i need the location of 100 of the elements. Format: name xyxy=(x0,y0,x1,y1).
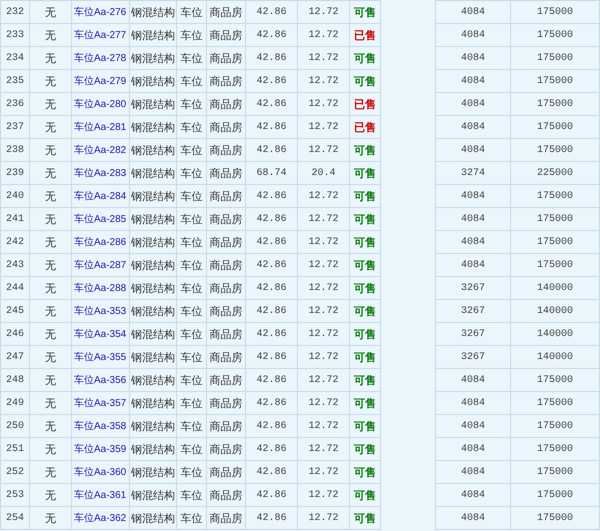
table-cell: 175000 xyxy=(510,24,600,46)
table-cell: 235 xyxy=(0,70,30,92)
table-cell: 12.72 xyxy=(298,438,350,460)
status-cell: 可售 xyxy=(350,276,380,300)
table-cell: 12.72 xyxy=(298,46,350,70)
table-cell: 252 xyxy=(0,460,30,484)
table-cell: 42.86 xyxy=(246,392,298,414)
table-cell: 车位 xyxy=(176,254,206,276)
table-cell: 钢混结构 xyxy=(130,24,176,46)
table-cell: 车位 xyxy=(176,506,206,530)
table-cell: 钢混结构 xyxy=(130,322,176,346)
table-cell: 4084 xyxy=(436,368,510,392)
table-cell: 12.72 xyxy=(298,300,350,322)
table-cell: 4084 xyxy=(436,460,510,484)
table-cell: 钢混结构 xyxy=(130,346,176,368)
table-cell: 4084 xyxy=(436,484,510,506)
table-cell: 175000 xyxy=(510,184,600,208)
table-cell: 42.86 xyxy=(246,346,298,368)
status-cell: 可售 xyxy=(350,138,380,162)
table-cell: 钢混结构 xyxy=(130,368,176,392)
table-cell: 商品房 xyxy=(206,506,246,530)
table-cell: 4084 xyxy=(436,230,510,254)
table-cell: 241 xyxy=(0,208,30,230)
table-cell: 42.86 xyxy=(246,24,298,46)
table-cell: 20.4 xyxy=(298,162,350,184)
table-cell: 车位 xyxy=(176,484,206,506)
table-cell: 无 xyxy=(30,230,72,254)
table-cell: 3274 xyxy=(436,162,510,184)
table-cell: 钢混结构 xyxy=(130,46,176,70)
table-cell: 42.86 xyxy=(246,116,298,138)
table-cell: 42.86 xyxy=(246,254,298,276)
table-cell: 无 xyxy=(30,46,72,70)
table-cell: 商品房 xyxy=(206,208,246,230)
table-cell: 254 xyxy=(0,506,30,530)
status-cell: 可售 xyxy=(350,300,380,322)
status-cell: 可售 xyxy=(350,230,380,254)
table-cell: 无 xyxy=(30,208,72,230)
table-cell: 车位 xyxy=(176,70,206,92)
table-cell: 商品房 xyxy=(206,322,246,346)
table-cell: 225000 xyxy=(510,162,600,184)
table-cell: 车位 xyxy=(176,46,206,70)
table-cell: 钢混结构 xyxy=(130,92,176,116)
table-cell: 42.86 xyxy=(246,70,298,92)
table-cell: 商品房 xyxy=(206,24,246,46)
table-cell: 车位 xyxy=(176,392,206,414)
table-cell: 车位 xyxy=(176,24,206,46)
status-cell: 可售 xyxy=(350,368,380,392)
table-cell: 无 xyxy=(30,484,72,506)
table-cell: 车位 xyxy=(176,368,206,392)
table-cell: 237 xyxy=(0,116,30,138)
table-cell: 无 xyxy=(30,322,72,346)
table-cell: 42.86 xyxy=(246,92,298,116)
table-cell: 商品房 xyxy=(206,276,246,300)
table-cell: 140000 xyxy=(510,300,600,322)
table-cell: 车位 xyxy=(176,300,206,322)
table-cell: 钢混结构 xyxy=(130,254,176,276)
table-cell: 商品房 xyxy=(206,368,246,392)
table-cell: 245 xyxy=(0,300,30,322)
table-cell: 42.86 xyxy=(246,322,298,346)
table-cell: 4084 xyxy=(436,92,510,116)
table-cell: 4084 xyxy=(436,184,510,208)
table-cell: 12.72 xyxy=(298,70,350,92)
table-cell: 钢混结构 xyxy=(130,484,176,506)
table-cell: 钢混结构 xyxy=(130,392,176,414)
table-cell: 无 xyxy=(30,276,72,300)
table-cell: 无 xyxy=(30,184,72,208)
table-cell: 商品房 xyxy=(206,138,246,162)
table-cell: 175000 xyxy=(510,46,600,70)
table-cell: 4084 xyxy=(436,138,510,162)
table-cell: 钢混结构 xyxy=(130,0,176,24)
table-cell: 车位 xyxy=(176,414,206,438)
table-cell: 无 xyxy=(30,392,72,414)
table-cell: 4084 xyxy=(436,208,510,230)
table-cell: 244 xyxy=(0,276,30,300)
table-cell: 12.72 xyxy=(298,208,350,230)
table-cell: 12.72 xyxy=(298,506,350,530)
table-cell: 42.86 xyxy=(246,208,298,230)
table-cell: 247 xyxy=(0,346,30,368)
status-cell: 可售 xyxy=(350,0,380,24)
table-cell: 钢混结构 xyxy=(130,460,176,484)
table-cell: 42.86 xyxy=(246,276,298,300)
table-cell: 175000 xyxy=(510,70,600,92)
table-cell: 商品房 xyxy=(206,70,246,92)
table-cell: 无 xyxy=(30,70,72,92)
table-cell: 236 xyxy=(0,92,30,116)
table-cell: 钢混结构 xyxy=(130,276,176,300)
table-cell: 无 xyxy=(30,162,72,184)
table-cell: 250 xyxy=(0,414,30,438)
table-cell: 钢混结构 xyxy=(130,230,176,254)
table-cell: 42.86 xyxy=(246,506,298,530)
table-cell: 175000 xyxy=(510,506,600,530)
table-cell: 12.72 xyxy=(298,184,350,208)
table-cell: 4084 xyxy=(436,70,510,92)
table-cell: 12.72 xyxy=(298,368,350,392)
table-cell: 4084 xyxy=(436,414,510,438)
status-cell: 可售 xyxy=(350,506,380,530)
table-cell: 12.72 xyxy=(298,276,350,300)
table-cell: 车位 xyxy=(176,138,206,162)
table-cell: 234 xyxy=(0,46,30,70)
table-cell: 4084 xyxy=(436,506,510,530)
